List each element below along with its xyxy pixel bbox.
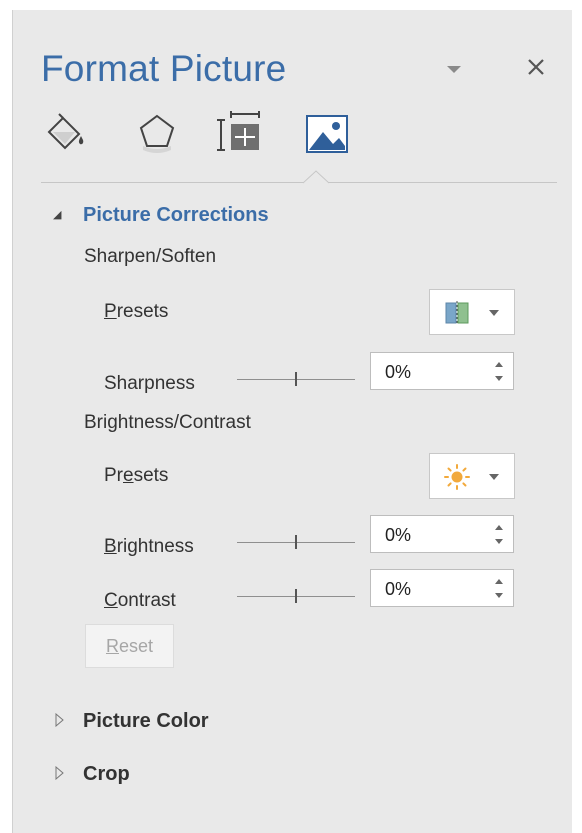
tab-effects[interactable] [133, 110, 181, 158]
selected-tab-indicator [303, 170, 329, 184]
chevron-down-icon [489, 310, 499, 316]
brightness-presets-dropdown[interactable] [429, 453, 515, 499]
pentagon-icon [139, 114, 175, 153]
section-picture-corrections[interactable]: ◢ Picture Corrections [53, 204, 269, 227]
section-crop[interactable]: Crop [53, 763, 130, 786]
sharpness-label: Sharpness [104, 373, 195, 394]
sharpness-slider[interactable] [237, 370, 355, 390]
sharpen-presets-label: Presets [104, 301, 169, 322]
pane-title: Format Picture [41, 48, 287, 89]
brightness-slider[interactable] [237, 533, 355, 553]
contrast-slider[interactable] [237, 587, 355, 607]
spinner-arrows [495, 522, 505, 548]
brightness-spinbox[interactable]: 0% [370, 515, 514, 553]
sharpness-spinbox[interactable]: 0% [370, 352, 514, 390]
brightness-label: Brightness [104, 536, 194, 557]
slider-thumb[interactable] [295, 589, 297, 603]
brightness-value: 0% [385, 525, 412, 545]
slider-thumb[interactable] [295, 372, 297, 386]
contrast-spinbox[interactable]: 0% [370, 569, 514, 607]
sharpen-preset-icon [445, 301, 469, 325]
spinner-arrows [495, 576, 505, 602]
size-properties-icon [217, 111, 260, 151]
chevron-down-icon [489, 474, 499, 480]
spin-up-icon[interactable] [495, 579, 503, 584]
tab-size-properties[interactable] [215, 110, 263, 158]
section-picture-color-label: Picture Color [83, 710, 209, 732]
brightness-contrast-heading: Brightness/Contrast [84, 412, 251, 433]
sharpness-value: 0% [385, 362, 412, 382]
sun-icon [444, 464, 470, 490]
tab-picture[interactable] [303, 110, 351, 158]
reset-button[interactable]: Reset [85, 624, 174, 668]
tab-fill-line[interactable] [43, 110, 91, 158]
contrast-value: 0% [385, 579, 412, 599]
expanded-triangle-icon: ◢ [53, 209, 62, 221]
sharpen-soften-heading: Sharpen/Soften [84, 246, 217, 267]
spin-up-icon[interactable] [495, 362, 503, 367]
picture-icon [306, 115, 348, 153]
task-pane-options-icon[interactable] [447, 66, 461, 73]
collapsed-triangle-icon [55, 765, 64, 781]
contrast-label: Contrast [104, 590, 176, 611]
format-picture-pane: Format Picture ◢ Picture Corrections Sha… [12, 10, 572, 833]
close-pane-button[interactable] [523, 54, 549, 80]
spin-down-icon[interactable] [495, 376, 503, 381]
collapsed-triangle-icon [55, 712, 64, 728]
slider-thumb[interactable] [295, 535, 297, 549]
section-picture-corrections-label: Picture Corrections [83, 204, 269, 226]
spin-down-icon[interactable] [495, 539, 503, 544]
tab-divider [41, 182, 557, 183]
sharpen-presets-dropdown[interactable] [429, 289, 515, 335]
close-icon [528, 59, 544, 75]
section-crop-label: Crop [83, 763, 130, 785]
brightness-presets-label: Presets [104, 465, 169, 486]
paint-bucket-icon [47, 113, 84, 150]
spin-down-icon[interactable] [495, 593, 503, 598]
section-picture-color[interactable]: Picture Color [53, 710, 209, 733]
spinner-arrows [495, 359, 505, 385]
spin-up-icon[interactable] [495, 525, 503, 530]
